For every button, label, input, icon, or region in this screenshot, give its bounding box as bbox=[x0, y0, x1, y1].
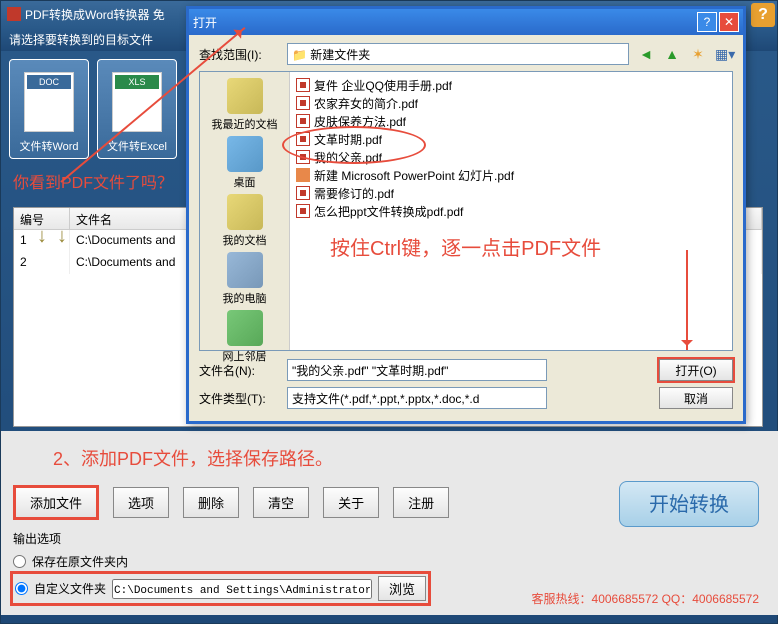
arrow-icon bbox=[37, 225, 49, 249]
add-file-button[interactable]: 添加文件 bbox=[13, 485, 99, 520]
file-name: 需要修订的.pdf bbox=[314, 185, 394, 202]
tile-word[interactable]: 文件转Word bbox=[9, 59, 89, 159]
place-label: 桌面 bbox=[234, 177, 256, 189]
open-button[interactable]: 打开(O) bbox=[659, 359, 733, 381]
ppt-icon bbox=[296, 168, 310, 182]
file-name: 复件 企业QQ使用手册.pdf bbox=[314, 77, 452, 94]
radio-same-input[interactable] bbox=[13, 555, 26, 568]
file-name: 新建 Microsoft PowerPoint 幻灯片.pdf bbox=[314, 167, 514, 184]
pdf-icon bbox=[296, 204, 310, 218]
file-item[interactable]: 需要修订的.pdf bbox=[294, 184, 728, 202]
delete-button[interactable]: 删除 bbox=[183, 487, 239, 518]
open-file-dialog: 打开 ? ✕ 查找范围(I): 📁 新建文件夹 ◄ ▲ ✶ ▦▾ 我最近的文档 … bbox=[186, 6, 746, 424]
filetype-value: 支持文件(*.pdf,*.ppt,*.pptx,*.doc,*.d bbox=[292, 392, 479, 406]
about-button[interactable]: 关于 bbox=[323, 487, 379, 518]
desktop-icon bbox=[227, 136, 263, 172]
place-label: 我的电脑 bbox=[223, 293, 267, 305]
filename-input[interactable] bbox=[287, 359, 547, 381]
dialog-close-button[interactable]: ✕ bbox=[719, 12, 739, 32]
place-mycomp[interactable]: 我的电脑 bbox=[205, 252, 285, 306]
network-icon bbox=[227, 310, 263, 346]
place-network[interactable]: 网上邻居 bbox=[205, 310, 285, 364]
options-button[interactable]: 选项 bbox=[113, 487, 169, 518]
app-icon bbox=[7, 7, 21, 21]
filename-label: 文件名(N): bbox=[199, 362, 279, 379]
oval-annotation bbox=[282, 126, 426, 164]
filetype-label: 文件类型(T): bbox=[199, 390, 279, 407]
radio-custom-folder[interactable]: 自定义文件夹 浏览 bbox=[13, 574, 428, 603]
file-name: 农家弃女的简介.pdf bbox=[314, 95, 418, 112]
clear-button[interactable]: 清空 bbox=[253, 487, 309, 518]
dialog-body: 查找范围(I): 📁 新建文件夹 ◄ ▲ ✶ ▦▾ 我最近的文档 桌面 我的文档… bbox=[189, 35, 743, 423]
custom-path-input[interactable] bbox=[112, 579, 372, 599]
back-icon[interactable]: ◄ bbox=[637, 45, 655, 63]
up-icon[interactable]: ▲ bbox=[663, 45, 681, 63]
start-convert-button[interactable]: 开始转换 bbox=[619, 481, 759, 527]
radio-custom-label: 自定义文件夹 bbox=[34, 580, 106, 597]
filetype-combo[interactable]: 支持文件(*.pdf,*.ppt,*.pptx,*.doc,*.d bbox=[287, 387, 547, 409]
hotline-text: 客服热线：4006685572 QQ：4006685572 bbox=[532, 590, 759, 607]
dialog-title: 打开 bbox=[193, 14, 217, 31]
view-menu-icon[interactable]: ▦▾ bbox=[715, 45, 733, 63]
lookin-combo[interactable]: 📁 新建文件夹 bbox=[287, 43, 629, 65]
help-button[interactable]: ? bbox=[751, 3, 775, 27]
tile-label: 文件转Word bbox=[19, 138, 78, 154]
file-item[interactable]: 农家弃女的简介.pdf bbox=[294, 94, 728, 112]
cancel-button[interactable]: 取消 bbox=[659, 387, 733, 409]
radio-same-folder[interactable]: 保存在原文件夹内 bbox=[13, 553, 767, 570]
computer-icon bbox=[227, 252, 263, 288]
place-label: 我的文档 bbox=[223, 235, 267, 247]
arrow-icon bbox=[57, 225, 69, 249]
lookin-value: 新建文件夹 bbox=[310, 48, 370, 62]
lookin-row: 查找范围(I): 📁 新建文件夹 ◄ ▲ ✶ ▦▾ bbox=[199, 43, 733, 65]
cell-num: 2 bbox=[14, 252, 70, 274]
file-name: 怎么把ppt文件转换成pdf.pdf bbox=[314, 203, 463, 220]
pdf-icon bbox=[296, 114, 310, 128]
place-recent[interactable]: 我最近的文档 bbox=[205, 78, 285, 132]
file-item[interactable]: 怎么把ppt文件转换成pdf.pdf bbox=[294, 202, 728, 220]
file-area[interactable]: 复件 企业QQ使用手册.pdf 农家弃女的简介.pdf 皮肤保养方法.pdf 文… bbox=[290, 72, 732, 350]
place-mydocs[interactable]: 我的文档 bbox=[205, 194, 285, 248]
new-folder-icon[interactable]: ✶ bbox=[689, 45, 707, 63]
file-item[interactable]: 复件 企业QQ使用手册.pdf bbox=[294, 76, 728, 94]
mydocs-icon bbox=[227, 194, 263, 230]
arrow-to-open-annotation bbox=[686, 250, 688, 350]
register-button[interactable]: 注册 bbox=[393, 487, 449, 518]
pdf-icon bbox=[296, 186, 310, 200]
pdf-icon bbox=[296, 78, 310, 92]
app-title: PDF转换成Word转换器 免 bbox=[25, 6, 165, 23]
place-desktop[interactable]: 桌面 bbox=[205, 136, 285, 190]
file-item[interactable]: 新建 Microsoft PowerPoint 幻灯片.pdf bbox=[294, 166, 728, 184]
dialog-titlebar: 打开 ? ✕ bbox=[189, 9, 743, 35]
tile-excel[interactable]: 文件转Excel bbox=[97, 59, 177, 159]
output-label: 输出选项 bbox=[13, 530, 767, 547]
places-bar: 我最近的文档 桌面 我的文档 我的电脑 网上邻居 bbox=[200, 72, 290, 350]
dialog-help-button[interactable]: ? bbox=[697, 12, 717, 32]
radio-same-label: 保存在原文件夹内 bbox=[32, 553, 128, 570]
dialog-bottom: 文件名(N): 打开(O) 文件类型(T): 支持文件(*.pdf,*.ppt,… bbox=[199, 359, 733, 409]
ctrl-note-annotation: 按住Ctrl键，逐一点击PDF文件 bbox=[330, 232, 601, 261]
annotation-see-pdf: 你看到PDF文件了吗？ bbox=[13, 169, 173, 193]
recent-icon bbox=[227, 78, 263, 114]
dialog-main: 我最近的文档 桌面 我的文档 我的电脑 网上邻居 复件 企业QQ使用手册.pdf… bbox=[199, 71, 733, 351]
bottom-panel: 2、添加PDF文件，选择保存路径。 添加文件 选项 删除 清空 关于 注册 输出… bbox=[1, 431, 778, 615]
browse-button[interactable]: 浏览 bbox=[378, 576, 426, 601]
pdf-icon bbox=[296, 96, 310, 110]
place-label: 我最近的文档 bbox=[212, 119, 278, 131]
doc-icon bbox=[24, 72, 74, 132]
radio-custom-input[interactable] bbox=[15, 582, 28, 595]
filetype-row: 文件类型(T): 支持文件(*.pdf,*.ppt,*.pptx,*.doc,*… bbox=[199, 387, 733, 409]
step-label: 2、添加PDF文件，选择保存路径。 bbox=[53, 445, 727, 471]
tile-label: 文件转Excel bbox=[107, 138, 167, 154]
